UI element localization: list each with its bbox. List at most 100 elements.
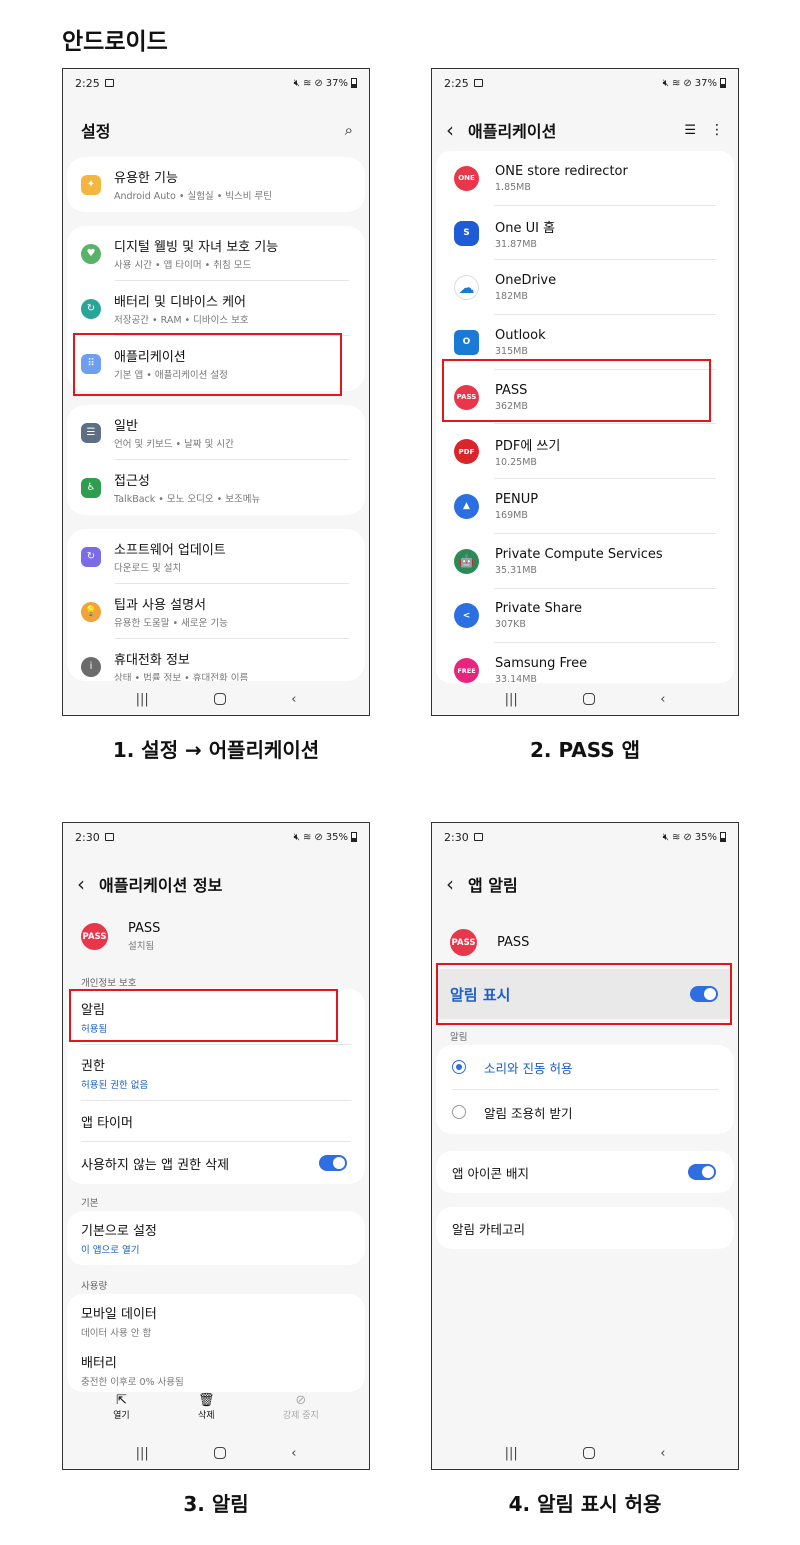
remove-permissions-toggle[interactable] — [319, 1155, 347, 1171]
status-bar: 2:30 🔇︎ ≋ ⊘ 35% — [432, 823, 738, 851]
back-icon[interactable]: ‹ — [77, 874, 85, 894]
trash-icon: 🗑︎ — [198, 1393, 215, 1408]
section-label: 알림 — [450, 1032, 468, 1043]
app-row[interactable]: FREE Samsung Free 33.14MB — [436, 643, 734, 683]
permissions-row[interactable]: 권한 허용된 권한 없음 — [67, 1045, 365, 1100]
home-icon[interactable] — [213, 693, 226, 705]
notification-category-row[interactable]: 알림 카테고리 — [436, 1207, 734, 1249]
app-row[interactable]: PDF PDF에 쓰기 10.25MB — [436, 424, 734, 479]
back-nav-icon[interactable]: ‹ — [291, 1446, 296, 1461]
update-icon: ↻ — [81, 546, 101, 567]
item-title: 소프트웨어 업데이트 — [114, 543, 226, 558]
settings-card-1: ✦ 유용한 기능 Android Auto • 실험실 • 빅스비 루틴 — [67, 157, 365, 212]
item-title: 접근성 — [114, 474, 150, 489]
dnd-icon: ⊘ — [314, 831, 323, 843]
home-icon[interactable] — [582, 693, 595, 705]
option-sound-vibrate[interactable]: 소리와 진동 허용 — [436, 1045, 734, 1089]
app-size: 307KB — [495, 619, 526, 631]
oneui-home-icon: S — [454, 220, 479, 246]
more-icon[interactable]: ⋮ — [710, 122, 724, 138]
mobile-data-row[interactable]: 모바일 데이터 데이터 사용 안 함 — [67, 1294, 365, 1348]
app-name: PASS — [128, 921, 161, 936]
highlight-box — [442, 359, 711, 422]
gallery-icon — [473, 833, 483, 841]
recents-icon[interactable]: ||| — [136, 1446, 149, 1461]
share-icon: < — [454, 603, 479, 629]
recents-icon[interactable]: ||| — [505, 1446, 518, 1461]
settings-item-update[interactable]: ↻ 소프트웨어 업데이트 다운로드 및 설치 — [67, 529, 365, 584]
recents-icon[interactable]: ||| — [505, 692, 518, 707]
caption-step-4: 4. 알림 표시 허용 — [508, 1492, 662, 1516]
dnd-icon: ⊘ — [683, 831, 692, 843]
back-icon[interactable]: ‹ — [446, 120, 454, 140]
item-title: 일반 — [114, 419, 138, 434]
settings-item-general[interactable]: ☰ 일반 언어 및 키보드 • 날짜 및 시간 — [67, 405, 365, 460]
app-row[interactable]: ▲ PENUP 169MB — [436, 479, 734, 534]
status-bar: 2:25 🔇︎ ≋ ⊘ 37% — [432, 69, 738, 97]
pdf-icon: PDF — [454, 439, 479, 465]
set-default-row[interactable]: 기본으로 설정 이 앱으로 열기 — [67, 1211, 365, 1265]
home-icon[interactable] — [213, 1447, 226, 1459]
home-icon[interactable] — [582, 1447, 595, 1459]
app-timer-row[interactable]: 앱 타이머 — [67, 1101, 365, 1141]
action-bar: ⇱ 열기 🗑︎ 삭제 ⊘ 강제 중지 — [63, 1393, 369, 1433]
onestore-icon: ONE — [454, 165, 479, 191]
settings-item-wellbeing[interactable]: ♥ 디지털 웰빙 및 자녀 보호 기능 사용 시간 • 앱 타이머 • 취침 모드 — [67, 226, 365, 281]
remove-permissions-row[interactable]: 사용하지 않는 앱 권한 삭제 — [67, 1142, 365, 1184]
penup-icon: ▲ — [454, 493, 479, 519]
settings-item-battery[interactable]: ↻ 배터리 및 디바이스 케어 저장공간 • RAM • 디바이스 보호 — [67, 281, 365, 336]
back-nav-icon[interactable]: ‹ — [660, 692, 665, 707]
app-size: 182MB — [495, 291, 528, 303]
settings-item-useful[interactable]: ✦ 유용한 기능 Android Auto • 실험실 • 빅스비 루틴 — [67, 157, 365, 212]
battery-row[interactable]: 배터리 충전한 이후로 0% 사용됨 — [67, 1348, 365, 1392]
app-row[interactable]: < Private Share 307KB — [436, 589, 734, 644]
option-silent[interactable]: 알림 조용히 받기 — [436, 1090, 734, 1134]
app-size: 10.25MB — [495, 457, 537, 469]
filter-search-icon[interactable]: ☰ — [684, 123, 696, 138]
battery-percent: 35% — [694, 831, 717, 843]
settings-item-accessibility[interactable]: ♿ 접근성 TalkBack • 모노 오디오 • 보조메뉴 — [67, 460, 365, 515]
app-row[interactable]: ONE ONE store redirector 1.85MB — [436, 151, 734, 206]
radio-unselected[interactable] — [452, 1105, 466, 1119]
app-name: Private Compute Services — [495, 546, 663, 562]
phone-app-info: 2:30 🔇︎ ≋ ⊘ 35% ‹ 애플리케이션 정보 PASS PASS 설치… — [62, 822, 370, 1470]
settings-item-phone-info[interactable]: i 휴대전화 정보 상태 • 법률 정보 • 휴대전화 이름 — [67, 639, 365, 681]
usage-card: 모바일 데이터 데이터 사용 안 함 배터리 충전한 이후로 0% 사용됨 — [67, 1294, 365, 1392]
wellbeing-icon: ♥ — [81, 243, 101, 264]
sliders-icon: ☰ — [81, 422, 101, 443]
search-icon[interactable]: ⌕ — [345, 121, 353, 139]
app-icon-badge-row[interactable]: 앱 아이콘 배지 — [436, 1151, 734, 1193]
delete-button[interactable]: 🗑︎ 삭제 — [198, 1393, 215, 1433]
battery-icon — [720, 832, 726, 842]
app-size: 315MB — [495, 345, 528, 357]
radio-selected[interactable] — [452, 1060, 466, 1074]
row-title: 배터리 — [81, 1356, 117, 1371]
recents-icon[interactable]: ||| — [136, 692, 149, 707]
row-title: 알림 카테고리 — [452, 1221, 525, 1237]
app-header: PASS PASS — [450, 929, 529, 956]
app-row[interactable]: 🤖 Private Compute Services 35.31MB — [436, 534, 734, 589]
row-title: 기본으로 설정 — [81, 1224, 157, 1239]
app-size: 31.87MB — [495, 238, 537, 250]
nav-bar: ||| ‹ — [432, 1438, 738, 1468]
battery-icon — [351, 78, 357, 88]
back-icon[interactable]: ‹ — [446, 874, 454, 894]
settings-item-tips[interactable]: 💡 팁과 사용 설명서 유용한 도움말 • 새로운 기능 — [67, 584, 365, 639]
app-name: Samsung Free — [495, 656, 588, 672]
caption-step-3: 3. 알림 — [183, 1492, 249, 1516]
item-title: 팁과 사용 설명서 — [114, 598, 206, 613]
app-size: 35.31MB — [495, 564, 537, 576]
app-row[interactable]: S One UI 홈 31.87MB — [436, 206, 734, 261]
badge-toggle[interactable] — [688, 1164, 716, 1180]
back-nav-icon[interactable]: ‹ — [660, 1446, 665, 1461]
outlook-icon: O — [454, 329, 479, 355]
settings-card-3: ☰ 일반 언어 및 키보드 • 날짜 및 시간 ♿ 접근성 TalkBack • 모… — [67, 405, 365, 515]
nav-bar: ||| ‹ — [63, 1438, 369, 1468]
app-row[interactable]: ☁ OneDrive 182MB — [436, 260, 734, 315]
item-title: 휴대전화 정보 — [114, 653, 190, 668]
open-button[interactable]: ⇱ 열기 — [113, 1393, 130, 1433]
force-stop-button[interactable]: ⊘ 강제 중지 — [283, 1393, 319, 1433]
android-icon: 🤖 — [454, 548, 479, 574]
battery-percent: 35% — [325, 831, 348, 843]
back-nav-icon[interactable]: ‹ — [291, 692, 296, 707]
